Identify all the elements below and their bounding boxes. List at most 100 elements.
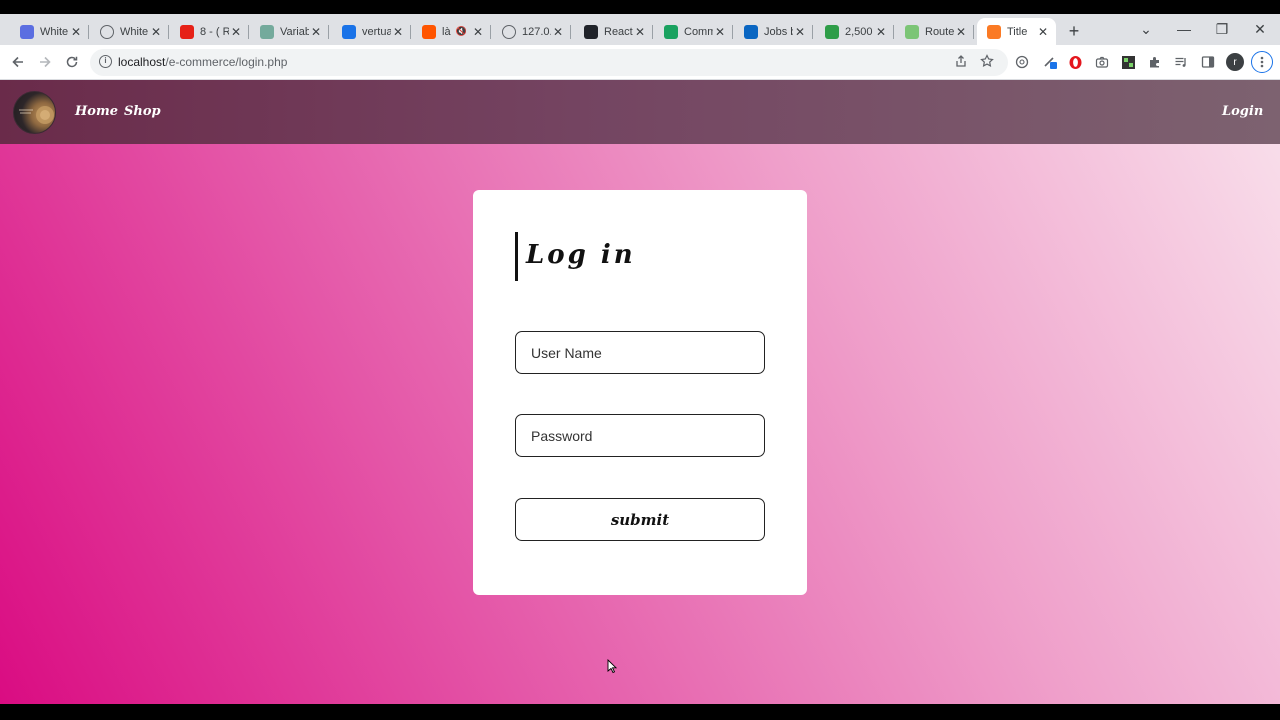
- browser-tab-label: 127.0.: [522, 25, 551, 38]
- browser-tab[interactable]: là 🔇 ✕: [412, 18, 491, 45]
- minimize-icon[interactable]: —: [1174, 21, 1194, 37]
- close-tab-icon[interactable]: ✕: [391, 25, 405, 39]
- browser-tab[interactable]: React ✕: [574, 18, 653, 45]
- close-tab-icon[interactable]: ✕: [471, 25, 485, 39]
- tab-separator: [812, 25, 813, 39]
- logo-emblem-icon: [19, 106, 54, 124]
- browser-tab[interactable]: Variab ✕: [250, 18, 329, 45]
- muted-speaker-icon[interactable]: 🔇: [456, 26, 467, 37]
- browser-tab-label: White: [40, 25, 69, 38]
- info-icon[interactable]: i: [99, 55, 112, 68]
- browser-toolbar: i localhost/e-commerce/login.php r: [0, 45, 1280, 80]
- username-input[interactable]: [515, 331, 765, 374]
- close-tab-icon[interactable]: ✕: [874, 25, 888, 39]
- browser-tab[interactable]: Jobs b✕: [734, 18, 813, 45]
- site-logo[interactable]: [13, 91, 56, 134]
- back-button[interactable]: [8, 52, 28, 72]
- close-tab-icon[interactable]: ✕: [633, 25, 647, 39]
- share-icon[interactable]: [954, 54, 968, 71]
- tab-separator: [732, 25, 733, 39]
- close-tab-icon[interactable]: ✕: [149, 25, 163, 39]
- browser-tab[interactable]: 2,500 ✕: [815, 18, 894, 45]
- profile-initial: r: [1233, 56, 1237, 68]
- tab-separator: [652, 25, 653, 39]
- password-input[interactable]: [515, 414, 765, 457]
- extension-circle-icon[interactable]: [1014, 54, 1030, 70]
- close-tab-icon[interactable]: ✕: [551, 25, 565, 39]
- camera-icon[interactable]: [1094, 54, 1110, 70]
- sheets-icon: [664, 24, 678, 39]
- profile-avatar[interactable]: r: [1226, 53, 1244, 71]
- browser-tab-label: là: [442, 25, 451, 38]
- tab-separator: [248, 25, 249, 39]
- browser-tab[interactable]: Comm ✕: [654, 18, 733, 45]
- address-path: /e-commerce/login.php: [165, 55, 288, 69]
- tab-search-icon[interactable]: ⌄: [1136, 21, 1156, 38]
- submit-button[interactable]: submit: [515, 498, 765, 541]
- browser-tab-label: Route: [925, 25, 954, 38]
- tab-separator: [490, 25, 491, 39]
- heart-icon: [905, 24, 919, 39]
- close-tab-icon[interactable]: ✕: [229, 25, 243, 39]
- browser-tab-label: 2,500: [845, 25, 873, 38]
- browser-tab-label: 8 - ( R: [200, 25, 229, 38]
- close-window-icon[interactable]: ✕: [1250, 21, 1270, 38]
- browser-tab[interactable]: 8 - ( R ✕: [170, 18, 249, 45]
- title-accent-bar: [515, 232, 518, 281]
- browser-tab-strip: White ✕ White ✕ 8 - ( R ✕ Variab ✕ vertua ✕ là 🔇 ✕ 12…: [0, 14, 1280, 45]
- browser-tab[interactable]: Route ✕: [895, 18, 974, 45]
- restore-window-icon[interactable]: ❐: [1212, 21, 1232, 38]
- opera-icon[interactable]: [1067, 54, 1083, 70]
- browser-tab[interactable]: White ✕: [10, 18, 89, 45]
- close-tab-icon[interactable]: ✕: [954, 25, 968, 39]
- tab-separator: [410, 25, 411, 39]
- side-panel-icon[interactable]: [1200, 54, 1216, 70]
- close-tab-icon[interactable]: ✕: [1036, 25, 1050, 39]
- browser-tab[interactable]: White ✕: [90, 18, 169, 45]
- reload-button[interactable]: [62, 52, 82, 72]
- new-tab-button[interactable]: +: [1066, 22, 1082, 40]
- nav-login-link[interactable]: Login: [1222, 104, 1263, 119]
- site-navbar: Home Shop Login: [0, 80, 1280, 144]
- xampp-icon: [987, 24, 1001, 39]
- arrow-left-icon: [12, 56, 23, 68]
- media-queue-icon[interactable]: [1173, 54, 1189, 70]
- close-tab-icon[interactable]: ✕: [69, 25, 83, 39]
- close-tab-icon[interactable]: ✕: [713, 25, 727, 39]
- tab-separator: [973, 25, 974, 39]
- forward-button[interactable]: [35, 52, 55, 72]
- browser-tab-label: React: [604, 25, 633, 38]
- tab-separator: [88, 25, 89, 39]
- grid-extension-icon[interactable]: [1120, 54, 1136, 70]
- address-host: localhost: [118, 55, 166, 69]
- app-icon: [20, 24, 34, 39]
- login-title: Log in: [526, 240, 636, 270]
- globe-icon: [100, 24, 114, 39]
- browser-tab[interactable]: Title ✕: [977, 18, 1056, 45]
- nav-home-link[interactable]: Home: [75, 104, 118, 119]
- nav-shop-link[interactable]: Shop: [124, 104, 161, 119]
- bookmark-star-icon[interactable]: [980, 54, 994, 71]
- globe-icon: [502, 24, 516, 39]
- close-tab-icon[interactable]: ✕: [793, 25, 807, 39]
- address-bar[interactable]: i localhost/e-commerce/login.php: [90, 49, 1008, 76]
- close-tab-icon[interactable]: ✕: [309, 25, 323, 39]
- browser-tab-label: Jobs b: [764, 25, 793, 38]
- browser-tab[interactable]: vertua ✕: [332, 18, 411, 45]
- pen-extension-icon[interactable]: [1042, 54, 1058, 70]
- browser-tab-label: Comm: [684, 25, 713, 38]
- browser-tab[interactable]: 127.0. ✕: [492, 18, 571, 45]
- tab-separator: [893, 25, 894, 39]
- linkedin-icon: [744, 24, 758, 39]
- calc-icon: [825, 24, 839, 39]
- puzzle-icon[interactable]: [1147, 54, 1163, 70]
- reload-icon: [66, 56, 78, 68]
- share-icon: [342, 24, 356, 39]
- tab-separator: [328, 25, 329, 39]
- browser-menu-button[interactable]: [1251, 51, 1273, 73]
- address-url[interactable]: localhost/e-commerce/login.php: [118, 55, 287, 69]
- arrow-right-icon: [40, 56, 51, 68]
- login-card: Log in submit: [473, 190, 807, 595]
- screen: White ✕ White ✕ 8 - ( R ✕ Variab ✕ vertua ✕ là 🔇 ✕ 12…: [0, 0, 1280, 720]
- page-content: Home Shop Login Log in submit: [0, 80, 1280, 704]
